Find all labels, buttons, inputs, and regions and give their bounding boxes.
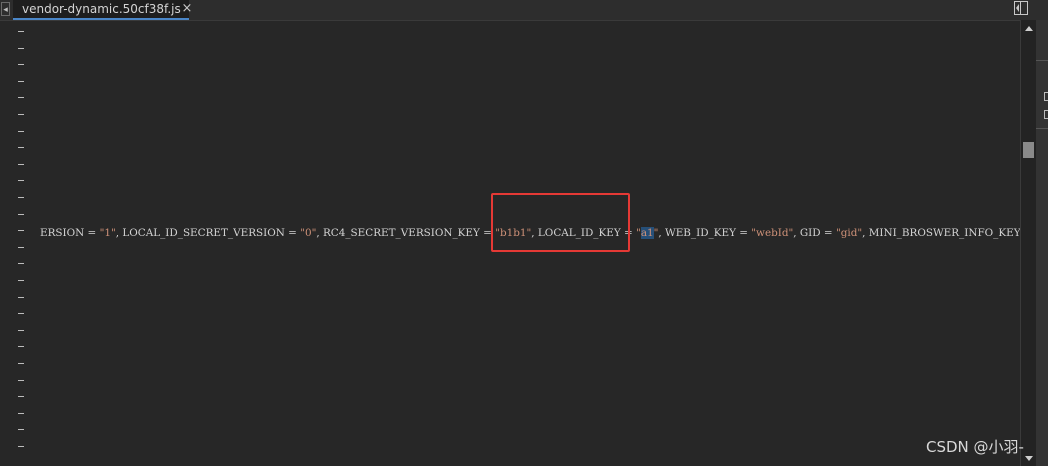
code-token: , GID = — [793, 227, 836, 239]
split-editor-divider — [1020, 2, 1021, 14]
fold-marker[interactable] — [18, 396, 24, 397]
string-token: "gid" — [835, 227, 863, 239]
fold-marker[interactable] — [18, 313, 24, 314]
side-panel-divider — [1036, 128, 1048, 129]
tab-vendor-dynamic-js[interactable]: vendor-dynamic.50cf38f.js — [13, 0, 189, 20]
fold-marker[interactable] — [18, 64, 24, 65]
string-token: "1" — [99, 227, 116, 239]
split-editor-arrow — [1016, 4, 1019, 12]
code-token: , MINI_BROSWER_INFO_KEY = — [862, 227, 1036, 239]
vertical-scrollbar[interactable] — [1020, 20, 1036, 466]
scroll-tabs-left-icon[interactable]: ◂ — [1, 2, 10, 16]
scroll-up-arrow-icon[interactable] — [1025, 26, 1033, 31]
annotation-highlight-box — [491, 193, 630, 252]
code-token: , LOCAL_ID_SECRET_VERSION = — [115, 227, 301, 239]
string-token: "0" — [300, 227, 317, 239]
fold-marker[interactable] — [18, 131, 24, 132]
fold-marker[interactable] — [18, 297, 24, 298]
code-token: , WEB_ID_KEY = — [658, 227, 752, 239]
fold-marker[interactable] — [18, 147, 24, 148]
fold-marker[interactable] — [18, 31, 24, 32]
tab-filename-label: vendor-dynamic.50cf38f.js — [22, 2, 181, 16]
scroll-down-arrow-icon[interactable] — [1025, 456, 1033, 461]
code-token: , RC4_SECRET_VERSION_KEY = — [316, 227, 496, 239]
fold-marker[interactable] — [18, 413, 24, 414]
side-panel-strip — [1036, 20, 1048, 466]
fold-marker[interactable] — [18, 346, 24, 347]
fold-marker[interactable] — [18, 280, 24, 281]
checkbox-icon[interactable] — [1044, 110, 1048, 119]
fold-marker[interactable] — [18, 114, 24, 115]
scrollbar-thumb[interactable] — [1023, 142, 1034, 158]
tab-close-icon[interactable]: × — [180, 1, 194, 17]
tab-bar: ◂ vendor-dynamic.50cf38f.js × — [0, 0, 1048, 21]
side-panel-divider — [1036, 60, 1048, 61]
split-editor-icon[interactable] — [1014, 1, 1028, 15]
fold-marker[interactable] — [18, 263, 24, 264]
string-token: "webId" — [751, 227, 794, 239]
selected-text: a1 — [640, 227, 654, 239]
fold-gutter[interactable] — [18, 21, 26, 466]
fold-marker[interactable] — [18, 230, 24, 231]
fold-marker[interactable] — [18, 330, 24, 331]
code-token: ERSION = — [40, 227, 100, 239]
fold-marker[interactable] — [18, 48, 24, 49]
fold-marker[interactable] — [18, 97, 24, 98]
csdn-watermark: CSDN @小羽- — [926, 438, 1024, 456]
fold-marker[interactable] — [18, 164, 24, 165]
fold-marker[interactable] — [18, 197, 24, 198]
fold-marker[interactable] — [18, 429, 24, 430]
fold-marker[interactable] — [18, 380, 24, 381]
fold-marker[interactable] — [18, 180, 24, 181]
fold-marker[interactable] — [18, 81, 24, 82]
checkbox-icon[interactable] — [1044, 92, 1048, 101]
fold-marker[interactable] — [18, 214, 24, 215]
fold-marker[interactable] — [18, 446, 24, 447]
fold-marker[interactable] — [18, 363, 24, 364]
fold-marker[interactable] — [18, 247, 24, 248]
